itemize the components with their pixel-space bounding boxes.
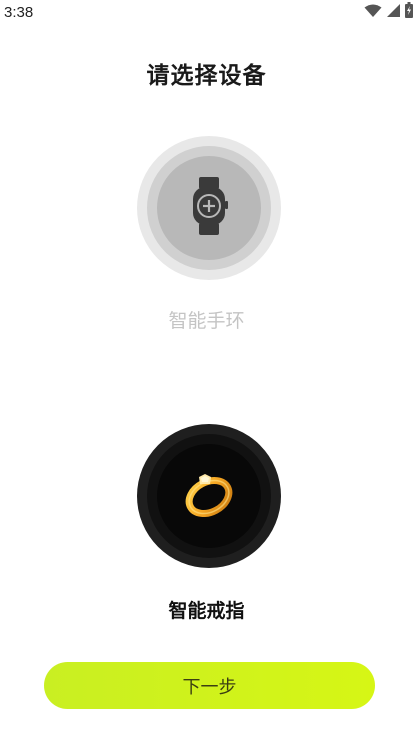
battery-icon (405, 2, 413, 22)
page-title: 请选择设备 (146, 63, 267, 89)
device-label-ring: 智能戒指 (168, 600, 245, 622)
status-bar: 3:38 (0, 0, 413, 26)
device-avatar-band[interactable] (137, 136, 281, 280)
wifi-icon (364, 3, 382, 22)
status-icons (364, 2, 413, 22)
device-option-smart-band[interactable]: 智能手环 (0, 136, 413, 336)
ring-icon (183, 471, 235, 521)
next-button[interactable]: 下一步 (44, 662, 375, 709)
device-label-band: 智能手环 (168, 310, 245, 332)
watch-add-icon (189, 177, 229, 239)
device-option-smart-ring[interactable]: 智能戒指 (0, 424, 413, 624)
device-avatar-ring[interactable] (137, 424, 281, 568)
cellular-signal-icon (386, 3, 401, 22)
status-time: 3:38 (4, 4, 34, 21)
